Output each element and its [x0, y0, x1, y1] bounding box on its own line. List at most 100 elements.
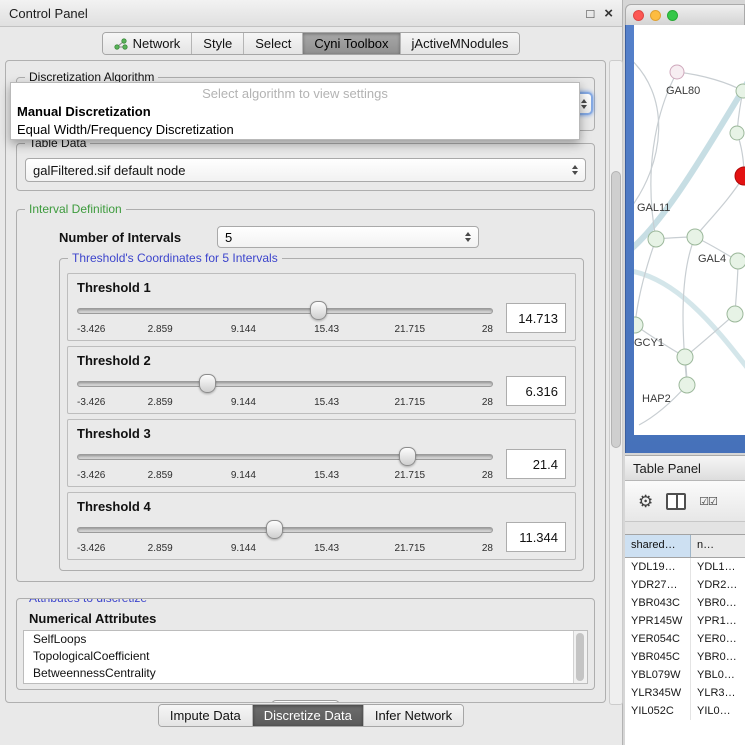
minimize-traffic-light-icon[interactable] [650, 10, 661, 21]
slider-tick-labels: -3.426 2.859 9.144 15.43 21.715 28 [77, 397, 493, 409]
close-icon[interactable]: × [604, 5, 613, 22]
node-label-gal4: GAL4 [698, 253, 726, 265]
top-tab-strip: Network Style Select Cyni Toolbox jActiv… [102, 32, 521, 55]
slider-track[interactable] [77, 454, 493, 460]
network-node[interactable] [730, 126, 744, 140]
tab-select[interactable]: Select [243, 33, 302, 54]
network-node[interactable] [634, 317, 643, 333]
network-node[interactable] [648, 231, 664, 247]
list-scrollbar-thumb[interactable] [576, 633, 584, 681]
numerical-attributes-list[interactable]: SelfLoops TopologicalCoefficient Between… [23, 630, 588, 684]
table-row[interactable]: YIL052CYIL0… [625, 702, 745, 720]
network-node[interactable] [677, 349, 693, 365]
list-item[interactable]: TopologicalCoefficient [24, 648, 587, 665]
threshold-1-slider[interactable] [77, 300, 493, 320]
table-panel-titlebar[interactable]: Table Panel [625, 455, 745, 481]
tab-cyni-toolbox[interactable]: Cyni Toolbox [302, 33, 399, 54]
threshold-3-value[interactable]: 21.4 [506, 449, 566, 479]
interval-definition-group: Interval Definition Number of Intervals … [16, 209, 595, 582]
number-of-intervals-spinner[interactable]: 5 [217, 226, 479, 248]
table-row[interactable]: YBL079WYBL0… [625, 666, 745, 684]
node-table: shared… n… YDL19…YDL1… YDR27…YDR2… YBR04… [625, 534, 745, 745]
tab-style-label: Style [203, 36, 232, 51]
number-of-intervals-value: 5 [225, 230, 465, 245]
table-row[interactable]: YDL19…YDL1… [625, 558, 745, 576]
numerical-attributes-label: Numerical Attributes [29, 611, 590, 626]
node-label-hap2: HAP2 [642, 393, 671, 405]
table-data-combo-value: galFiltered.sif default node [33, 163, 572, 178]
network-node[interactable] [727, 306, 743, 322]
network-node[interactable] [670, 65, 684, 79]
slider-thumb[interactable] [199, 374, 216, 393]
table-rows: YDL19…YDL1… YDR27…YDR2… YBR043CYBR0… YPR… [625, 558, 745, 745]
combo-updown-arrows-icon [581, 99, 587, 109]
tab-impute-data-label: Impute Data [170, 708, 241, 723]
selected-network-node[interactable] [735, 167, 745, 185]
zoom-traffic-light-icon[interactable] [667, 10, 678, 21]
table-row[interactable]: YBR045CYBR0… [625, 648, 745, 666]
threshold-1-value[interactable]: 14.713 [506, 303, 566, 333]
slider-tick-labels: -3.426 2.859 9.144 15.43 21.715 28 [77, 470, 493, 482]
gear-icon[interactable]: ⚙ [638, 493, 653, 510]
tab-network[interactable]: Network [103, 33, 192, 54]
tab-discretize-data-label: Discretize Data [264, 708, 352, 723]
slider-track[interactable] [77, 527, 493, 533]
apply-button[interactable]: Apply [271, 700, 340, 703]
control-panel-scrollbar[interactable] [609, 60, 623, 705]
tab-jactivemnodules-label: jActiveMNodules [412, 36, 509, 51]
network-node[interactable] [730, 253, 745, 269]
slider-track[interactable] [77, 308, 493, 314]
threshold-4-value[interactable]: 11.344 [506, 522, 566, 552]
column-header-shared[interactable]: shared… [625, 535, 691, 557]
threshold-3-slider[interactable] [77, 446, 493, 466]
tab-impute-data[interactable]: Impute Data [159, 705, 252, 726]
list-scrollbar[interactable] [573, 631, 587, 683]
table-row[interactable]: YDR27…YDR2… [625, 576, 745, 594]
float-window-icon[interactable]: □ [586, 6, 594, 21]
table-row[interactable]: YBR043CYBR0… [625, 594, 745, 612]
network-graph: GAL80 GAL11 GAL4 GCY1 HAP2 [634, 25, 745, 435]
algorithm-combo-prompt: Select algorithm to view settings [11, 83, 579, 103]
tab-style[interactable]: Style [191, 33, 243, 54]
threshold-2-slider[interactable] [77, 373, 493, 393]
table-data-combobox[interactable]: galFiltered.sif default node [25, 158, 586, 182]
table-data-group: Table Data galFiltered.sif default node [16, 143, 595, 191]
table-row[interactable]: YER054CYER0… [625, 630, 745, 648]
control-panel-titlebar: Control Panel □ × [0, 0, 622, 27]
list-item[interactable]: SelfLoops [24, 631, 587, 648]
network-node[interactable] [679, 377, 695, 393]
tab-jactivemnodules[interactable]: jActiveMNodules [400, 33, 520, 54]
network-node[interactable] [736, 84, 745, 98]
dropdown-option-manual-discretization[interactable]: Manual Discretization [11, 103, 579, 121]
close-traffic-light-icon[interactable] [633, 10, 644, 21]
thresholds-group-title: Threshold's Coordinates for 5 Intervals [68, 251, 282, 265]
tab-infer-network[interactable]: Infer Network [363, 705, 463, 726]
slider-thumb[interactable] [310, 301, 327, 320]
table-row[interactable]: YPR145WYPR1… [625, 612, 745, 630]
network-edge[interactable] [634, 80, 745, 255]
attributes-to-discretize-group: Attributes to discretize Numerical Attri… [16, 598, 595, 690]
network-canvas[interactable]: GAL80 GAL11 GAL4 GCY1 HAP2 [634, 25, 745, 435]
list-item[interactable]: BetweennessCentrality [24, 665, 587, 682]
network-node[interactable] [687, 229, 703, 245]
network-window-titlebar[interactable] [625, 4, 745, 25]
tab-discretize-data[interactable]: Discretize Data [252, 705, 363, 726]
dropdown-option-equal-width-frequency[interactable]: Equal Width/Frequency Discretization [11, 121, 579, 139]
threshold-4-slider[interactable] [77, 519, 493, 539]
slider-tick-labels: -3.426 2.859 9.144 15.43 21.715 28 [77, 324, 493, 336]
slider-thumb[interactable] [266, 520, 283, 539]
slider-track[interactable] [77, 381, 493, 387]
control-panel: Control Panel □ × Network Style [0, 0, 623, 745]
tab-cyni-toolbox-label: Cyni Toolbox [314, 36, 388, 51]
slider-thumb[interactable] [399, 447, 416, 466]
select-columns-checkboxes-icon[interactable]: ☑☑ [699, 495, 717, 508]
columns-icon[interactable] [666, 493, 686, 510]
control-panel-title: Control Panel [9, 6, 576, 21]
threshold-2-value[interactable]: 6.316 [506, 376, 566, 406]
table-row[interactable]: YLR345WYLR3… [625, 684, 745, 702]
table-panel-toolbar: ⚙ ☑☑ [625, 481, 745, 522]
attributes-group-title: Attributes to discretize [25, 598, 151, 605]
control-panel-scrollbar-thumb[interactable] [611, 171, 621, 448]
column-header-name[interactable]: n… [691, 535, 745, 557]
node-label-gal11: GAL11 [637, 202, 670, 214]
